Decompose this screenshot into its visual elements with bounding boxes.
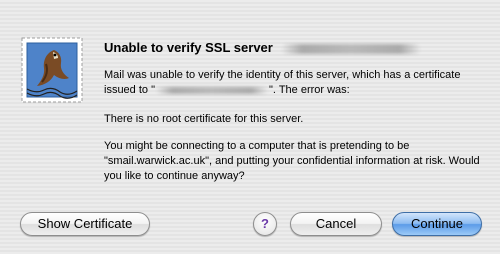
continue-button[interactable]: Continue: [392, 212, 482, 236]
mail-stamp-icon: [16, 34, 88, 106]
show-certificate-button[interactable]: Show Certificate: [20, 212, 150, 236]
dialog-title-text: Unable to verify SSL server: [104, 40, 273, 55]
message-part-2: ". The error was:: [269, 84, 350, 96]
warning-text: You might be connecting to a computer th…: [104, 140, 480, 182]
dialog-message: Mail was unable to verify the identity o…: [104, 68, 489, 98]
error-text: There is no root certificate for this se…: [104, 113, 304, 125]
redacted-server-name: [280, 43, 421, 54]
dialog-title: Unable to verify SSL server: [104, 40, 484, 55]
help-icon[interactable]: ?: [253, 212, 277, 236]
redacted-certificate-issuer: [156, 86, 268, 94]
cancel-button[interactable]: Cancel: [290, 212, 382, 236]
